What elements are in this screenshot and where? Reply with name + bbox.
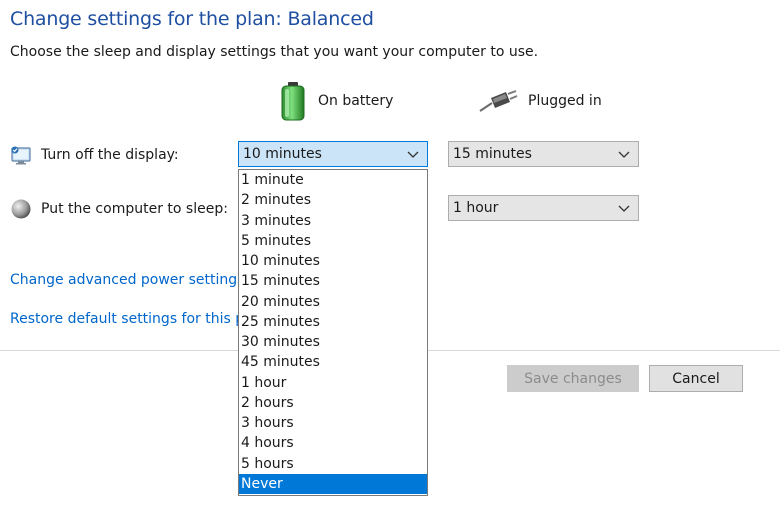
- chevron-down-icon: [618, 151, 630, 158]
- column-header-on-battery: On battery: [278, 81, 393, 121]
- chevron-down-icon: [407, 151, 419, 158]
- dropdown-option[interactable]: 2 hours: [239, 393, 427, 413]
- on-battery-label: On battery: [318, 93, 394, 109]
- dropdown-option[interactable]: 3 hours: [239, 413, 427, 433]
- display-plugged-in-value: 15 minutes: [453, 146, 532, 162]
- dropdown-option[interactable]: 2 minutes: [239, 190, 427, 210]
- page-title: Change settings for the plan: Balanced: [10, 8, 374, 30]
- sleep-moon-icon: [11, 199, 31, 219]
- plugged-in-label: Plugged in: [528, 93, 602, 109]
- dropdown-option[interactable]: 5 minutes: [239, 231, 427, 251]
- change-advanced-power-settings-link[interactable]: Change advanced power settings: [10, 272, 244, 288]
- dropdown-option[interactable]: 3 minutes: [239, 211, 427, 231]
- display-timeout-dropdown-list: 1 minute 2 minutes 3 minutes 5 minutes 1…: [238, 169, 428, 496]
- dropdown-option-highlighted[interactable]: Never: [239, 473, 427, 494]
- dropdown-option[interactable]: 45 minutes: [239, 352, 427, 372]
- dropdown-option[interactable]: 10 minutes: [239, 251, 427, 271]
- chevron-down-icon: [618, 205, 630, 212]
- column-header-plugged-in: Plugged in: [478, 88, 602, 114]
- battery-icon: [281, 82, 305, 121]
- cancel-button[interactable]: Cancel: [649, 365, 743, 392]
- dropdown-option[interactable]: 5 hours: [239, 454, 427, 474]
- computer-sleep-label: Put the computer to sleep:: [41, 201, 228, 217]
- dropdown-option[interactable]: 20 minutes: [239, 292, 427, 312]
- dropdown-option[interactable]: 1 minute: [239, 170, 427, 190]
- page-subtitle: Choose the sleep and display settings th…: [10, 44, 539, 60]
- restore-default-settings-link[interactable]: Restore default settings for this pl: [10, 311, 248, 327]
- dropdown-option[interactable]: 15 minutes: [239, 271, 427, 291]
- display-icon: [11, 146, 31, 165]
- dropdown-option[interactable]: 30 minutes: [239, 332, 427, 352]
- display-plugged-in-select[interactable]: 15 minutes: [448, 141, 639, 167]
- dropdown-option[interactable]: 25 minutes: [239, 312, 427, 332]
- sleep-plugged-in-value: 1 hour: [453, 200, 499, 216]
- dropdown-option[interactable]: 1 hour: [239, 373, 427, 393]
- display-on-battery-select[interactable]: 10 minutes: [238, 141, 428, 167]
- power-plug-icon: [479, 90, 518, 112]
- sleep-plugged-in-select[interactable]: 1 hour: [448, 195, 639, 221]
- save-changes-button[interactable]: Save changes: [507, 365, 639, 392]
- dropdown-option[interactable]: 4 hours: [239, 433, 427, 453]
- turn-off-display-label: Turn off the display:: [41, 147, 179, 163]
- display-on-battery-value: 10 minutes: [243, 146, 322, 162]
